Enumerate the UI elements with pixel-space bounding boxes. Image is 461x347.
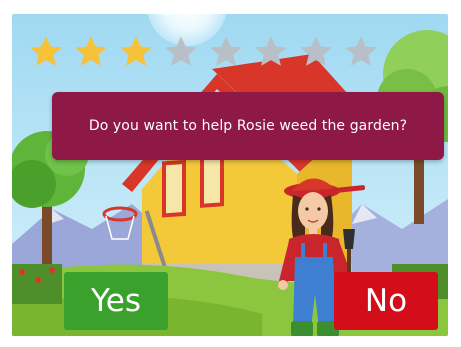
star-icon-empty xyxy=(345,36,377,66)
yes-button[interactable]: Yes xyxy=(64,272,168,330)
star-icon-filled xyxy=(30,36,62,66)
garden-scene: Do you want to help Rosie weed the garde… xyxy=(12,14,448,336)
question-text: Do you want to help Rosie weed the garde… xyxy=(88,118,408,134)
game-window: Do you want to help Rosie weed the garde… xyxy=(0,0,461,347)
yes-button-label: Yes xyxy=(90,283,142,319)
star-icon-empty xyxy=(210,36,242,66)
star-rating xyxy=(28,34,388,74)
star-icon-empty xyxy=(300,36,332,66)
no-button[interactable]: No xyxy=(334,272,438,330)
star-icon-empty xyxy=(165,36,197,66)
star-icon-filled xyxy=(75,36,107,66)
no-button-label: No xyxy=(364,283,408,319)
star-icon-filled xyxy=(120,36,152,66)
question-banner: Do you want to help Rosie weed the garde… xyxy=(52,92,444,160)
star-icon-empty xyxy=(255,36,287,66)
